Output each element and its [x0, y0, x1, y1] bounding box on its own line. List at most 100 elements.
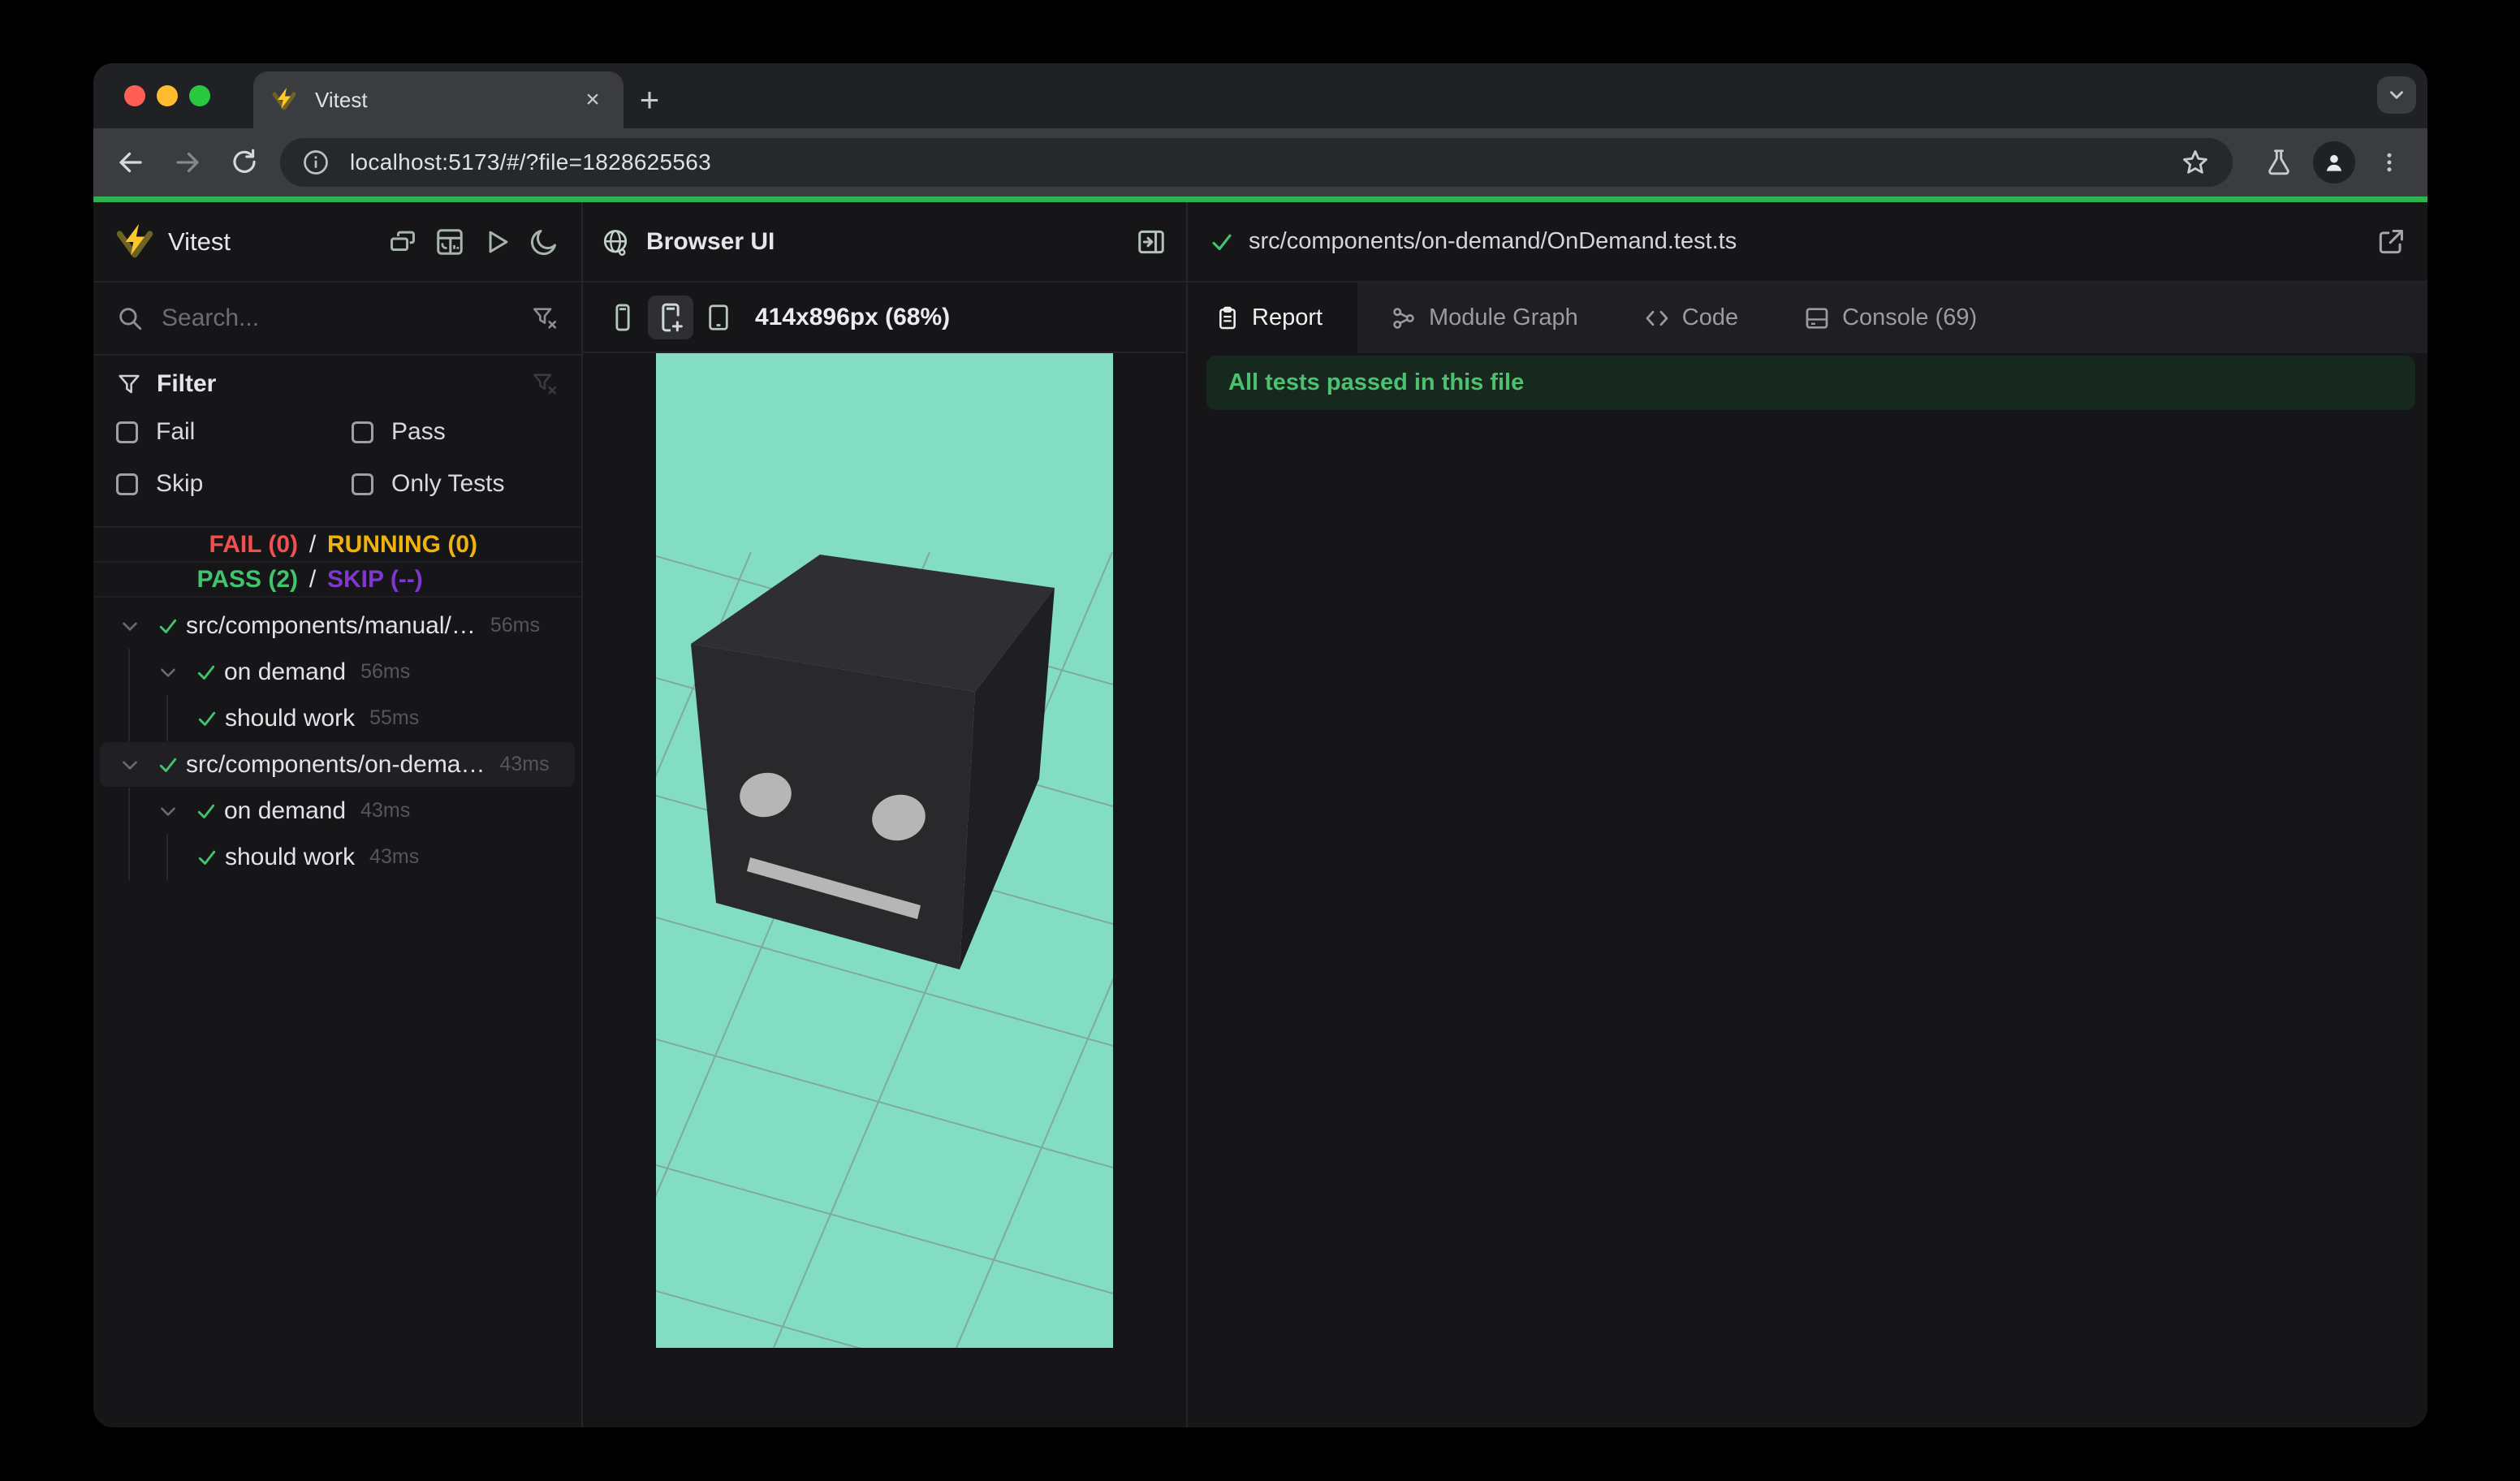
tab-module-graph[interactable]: Module Graph	[1357, 283, 1611, 353]
traffic-lights	[124, 85, 210, 106]
clear-search-icon[interactable]	[531, 304, 559, 332]
tab-close-icon[interactable]: ×	[578, 85, 607, 114]
pass-check-icon	[198, 850, 216, 865]
browser-menu-button[interactable]	[2366, 139, 2413, 186]
file-path: src/components/on-demand/OnDemand.test.t…	[1249, 228, 1737, 254]
pass-check-icon	[159, 758, 177, 772]
forward-button[interactable]	[166, 141, 209, 184]
test-file-row[interactable]: src/components/manual/… 56ms	[93, 602, 581, 649]
vitest-logo-icon	[116, 223, 153, 257]
test-file-row-selected[interactable]: src/components/on-dema… 43ms	[93, 741, 581, 788]
run-all-button[interactable]	[481, 226, 513, 258]
back-button[interactable]	[110, 141, 152, 184]
filter-checkbox-only-tests[interactable]: Only Tests	[352, 458, 559, 510]
experiments-button[interactable]	[2255, 139, 2302, 186]
device-phone-new-button-selected[interactable]	[648, 295, 693, 339]
clipboard-icon	[1219, 306, 1236, 329]
tree-guide	[128, 695, 130, 741]
viewport-size-label[interactable]: 414x896px (68%)	[755, 304, 950, 331]
minimize-window-button[interactable]	[157, 85, 178, 106]
flask-icon	[2268, 149, 2289, 175]
bookmark-star-button[interactable]	[2181, 148, 2210, 177]
back-arrow-icon	[119, 152, 142, 173]
star-icon	[2183, 150, 2207, 174]
funnel-icon	[119, 374, 140, 394]
panel-title: Browser UI	[646, 227, 775, 255]
new-tab-button[interactable]: +	[631, 80, 668, 119]
sidebar-header: Vitest	[93, 202, 581, 283]
pass-check-icon	[197, 665, 215, 680]
test-stats: FAIL (0) / RUNNING (0) PASS (2) / SKIP (…	[93, 528, 581, 598]
panel-right-icon	[1138, 230, 1164, 253]
checkbox-icon[interactable]	[352, 473, 373, 495]
tree-guide	[128, 649, 130, 695]
tab-console[interactable]: Console (69)	[1771, 283, 2009, 353]
duration: 43ms	[360, 799, 411, 822]
filter-checkbox-skip[interactable]: Skip	[116, 458, 352, 510]
dashboard-button[interactable]	[434, 226, 466, 258]
chevron-down-icon[interactable]	[118, 614, 142, 638]
tree-guide	[166, 834, 168, 880]
address-bar[interactable]: localhost:5173/#/?file=1828625563	[280, 138, 2233, 187]
zoom-window-button[interactable]	[189, 85, 210, 106]
filter-options: Fail Pass Skip Only Tests	[116, 406, 559, 526]
test-case-row[interactable]: should work 55ms	[93, 695, 581, 741]
checkbox-icon[interactable]	[116, 421, 138, 443]
kebab-menu-icon	[2387, 153, 2392, 172]
test-case-row[interactable]: should work 43ms	[93, 834, 581, 880]
phone-narrow-icon	[615, 304, 630, 330]
tab-search-button[interactable]	[2377, 76, 2416, 114]
chevron-down-icon[interactable]	[156, 799, 180, 823]
avatar	[2313, 141, 2355, 184]
cascade-windows-button[interactable]	[386, 226, 419, 258]
search-bar	[93, 283, 581, 356]
filter-checkbox-fail[interactable]: Fail	[116, 406, 352, 458]
stats-row-pass-skip: PASS (2) / SKIP (--)	[93, 563, 581, 598]
filter-title: Filter	[157, 370, 217, 397]
url-text[interactable]: localhost:5173/#/?file=1828625563	[350, 149, 711, 175]
tab-title: Vitest	[315, 87, 368, 112]
pass-check-icon	[159, 619, 177, 633]
tab-code[interactable]: Code	[1611, 283, 1771, 353]
preview-content	[583, 353, 1186, 1427]
open-in-editor-button[interactable]	[2375, 227, 2406, 257]
console-window-icon	[1806, 307, 1828, 329]
fail-count: FAIL (0)	[209, 530, 298, 558]
browser-ui-panel: Browser UI 414x896px (68%)	[583, 202, 1188, 1427]
device-tablet-button[interactable]	[700, 296, 737, 339]
toolbar-right-actions	[2255, 128, 2427, 196]
test-suite-row[interactable]: on demand 43ms	[93, 788, 581, 834]
chevron-down-icon[interactable]	[118, 753, 142, 777]
test-suite-row[interactable]: on demand 56ms	[93, 649, 581, 695]
report-content: All tests passed in this file	[1188, 353, 2427, 1427]
filter-checkbox-pass[interactable]: Pass	[352, 406, 559, 458]
test-viewport-3d-scene[interactable]	[656, 353, 1113, 1348]
running-count: RUNNING (0)	[327, 530, 477, 558]
tree-guide	[128, 834, 130, 880]
reload-button[interactable]	[223, 141, 265, 184]
dock-panel-button[interactable]	[1136, 227, 1167, 257]
checkbox-icon[interactable]	[116, 473, 138, 495]
checkbox-icon[interactable]	[352, 421, 373, 443]
report-tabs: Report Module Graph Code Console (69)	[1188, 283, 2427, 353]
test-tree: src/components/manual/… 56ms on demand 5…	[93, 598, 581, 1427]
duration: 43ms	[499, 753, 550, 775]
duration: 56ms	[360, 660, 411, 683]
phone-plus-icon	[662, 303, 683, 331]
code-brackets-icon	[1646, 310, 1668, 326]
tab-report[interactable]: Report	[1188, 283, 1357, 353]
chevron-down-icon[interactable]	[156, 660, 180, 684]
duration: 55ms	[369, 706, 420, 729]
browser-ui-header: Browser UI	[583, 202, 1186, 283]
chevron-down-icon	[2390, 91, 2403, 99]
browser-tab[interactable]: Vitest ×	[253, 71, 624, 128]
info-icon[interactable]	[301, 148, 330, 177]
profile-button[interactable]	[2311, 139, 2358, 186]
clear-filter-icon[interactable]	[531, 370, 559, 398]
device-phone-narrow-button[interactable]	[604, 296, 641, 339]
search-input[interactable]	[162, 304, 531, 332]
tablet-icon	[709, 304, 728, 330]
skip-count: SKIP (--)	[327, 565, 423, 593]
dark-mode-toggle[interactable]	[528, 226, 560, 258]
close-window-button[interactable]	[124, 85, 145, 106]
